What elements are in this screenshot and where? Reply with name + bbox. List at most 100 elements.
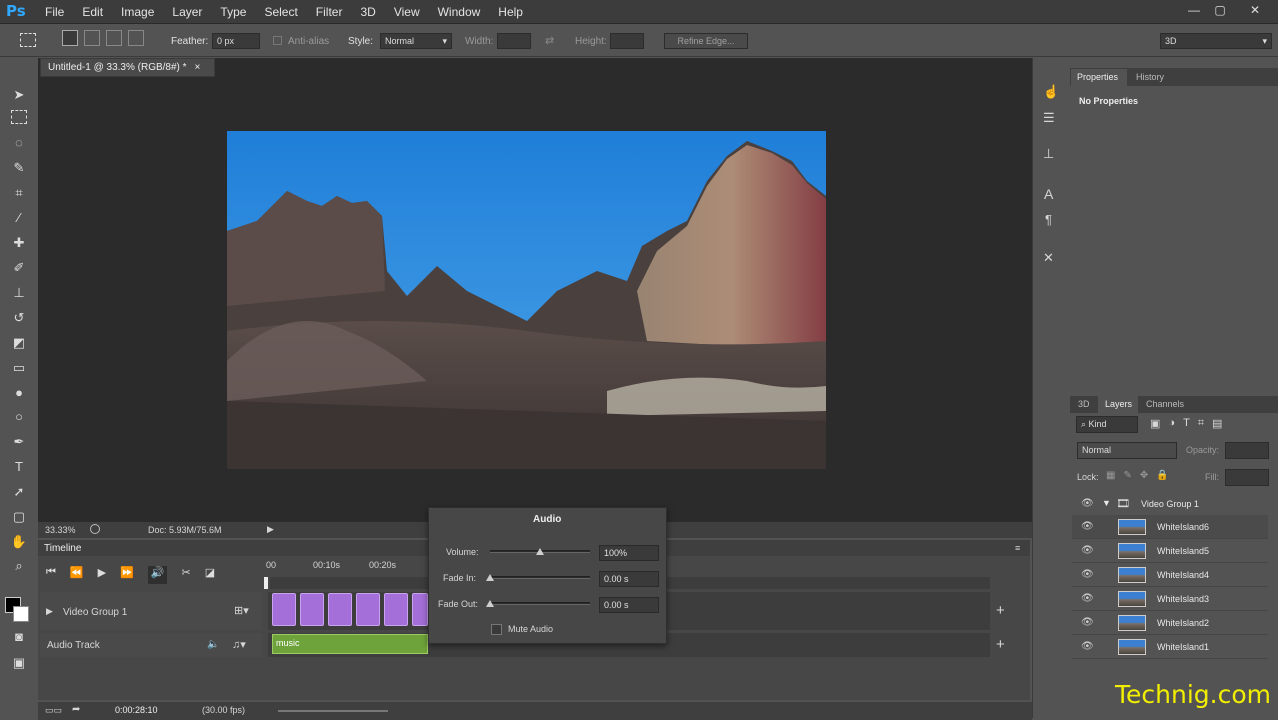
fill-input[interactable] — [1225, 469, 1269, 486]
fade-out-input[interactable]: 0.00 s — [599, 597, 659, 613]
maximize-button[interactable]: ▢ — [1210, 3, 1230, 19]
shape-tool-icon[interactable]: ▢ — [9, 508, 29, 526]
swap-icon[interactable]: ⇄ — [545, 34, 554, 47]
timeline-title[interactable]: Timeline — [44, 543, 81, 554]
go-first-frame-icon[interactable]: ⏮ — [46, 566, 56, 584]
menu-view[interactable]: View — [385, 5, 429, 19]
group-expand-icon[interactable]: ▼ — [1102, 498, 1111, 508]
menu-layer[interactable]: Layer — [163, 5, 211, 19]
filter-pixel-icon[interactable]: ▣ — [1150, 417, 1160, 430]
fade-out-slider-thumb[interactable] — [486, 600, 494, 607]
video-clip[interactable] — [356, 593, 380, 626]
status-menu-arrow-icon[interactable]: ▶ — [267, 524, 274, 535]
minimize-button[interactable]: — — [1184, 3, 1204, 19]
visibility-eye-icon[interactable]: 👁 — [1081, 569, 1094, 580]
close-tab-icon[interactable]: × — [195, 62, 201, 73]
fade-in-slider-thumb[interactable] — [486, 574, 494, 581]
menu-edit[interactable]: Edit — [73, 5, 112, 19]
clone-source-icon[interactable]: ⊥ — [1043, 146, 1054, 162]
blend-mode-select[interactable]: Normal — [1077, 442, 1177, 459]
lock-pixels-icon[interactable]: ✎ — [1123, 470, 1131, 481]
audio-clip[interactable]: music — [272, 634, 428, 654]
expand-arrow-icon[interactable]: ▶ — [46, 606, 53, 617]
visibility-eye-icon[interactable]: 👁 — [1081, 641, 1094, 652]
visibility-eye-icon[interactable]: 👁 — [1081, 521, 1094, 532]
filter-smart-object-icon[interactable]: ▤ — [1212, 417, 1222, 430]
dodge-tool-icon[interactable]: ○ — [9, 408, 29, 426]
layer-row[interactable]: 👁 WhiteIsland4 — [1072, 563, 1268, 587]
style-select[interactable]: Normal ▾ — [380, 33, 452, 49]
document-tab[interactable]: Untitled-1 @ 33.3% (RGB/8#) * × — [40, 58, 215, 77]
menu-select[interactable]: Select — [255, 5, 306, 19]
new-selection-icon[interactable] — [62, 30, 78, 46]
layer-row[interactable]: 👁 WhiteIsland6 — [1072, 515, 1268, 539]
layer-row[interactable]: 👁 WhiteIsland3 — [1072, 587, 1268, 611]
lasso-tool-icon[interactable]: ◌ — [9, 134, 29, 152]
tab-layers[interactable]: Layers — [1105, 399, 1132, 409]
paragraph-panel-icon[interactable]: ¶ — [1045, 212, 1052, 227]
music-note-menu-icon[interactable]: ♫▾ — [232, 638, 246, 651]
marquee-tool-icon[interactable] — [20, 33, 36, 47]
adjust-sliders-icon[interactable]: ☰ — [1043, 110, 1055, 126]
height-input[interactable] — [610, 33, 644, 49]
healing-tool-icon[interactable]: ✚ — [9, 234, 29, 252]
mute-audio-checkbox[interactable] — [491, 624, 502, 635]
hand-tool-icon[interactable]: ✋ — [9, 533, 29, 551]
add-selection-icon[interactable] — [84, 30, 100, 46]
fade-in-input[interactable]: 0.00 s — [599, 571, 659, 587]
zoom-slider[interactable] — [278, 710, 388, 712]
add-media-audio-icon[interactable]: + — [996, 636, 1005, 653]
width-input[interactable] — [497, 33, 531, 49]
tab-history[interactable]: History — [1136, 72, 1164, 82]
menu-3d[interactable]: 3D — [351, 5, 384, 19]
eyedropper-tool-icon[interactable]: ⁄ — [9, 209, 29, 227]
playhead[interactable] — [264, 577, 268, 589]
split-clip-icon[interactable]: ✂ — [181, 566, 190, 584]
video-clip[interactable] — [412, 593, 428, 626]
layer-row[interactable]: 👁 WhiteIsland5 — [1072, 539, 1268, 563]
video-clip[interactable] — [300, 593, 324, 626]
opacity-input[interactable] — [1225, 442, 1269, 459]
move-tool-icon[interactable]: ➤ — [9, 86, 29, 104]
video-clip[interactable] — [384, 593, 408, 626]
rect-marquee-tool-icon[interactable] — [11, 110, 27, 124]
add-media-video-icon[interactable]: + — [996, 602, 1005, 619]
background-color-swatch[interactable] — [13, 606, 29, 622]
blur-tool-icon[interactable]: ● — [9, 384, 29, 402]
filter-shape-icon[interactable]: ⌗ — [1198, 417, 1204, 430]
visibility-eye-icon[interactable]: 👁 — [1081, 498, 1094, 509]
stamp-tool-icon[interactable]: ⊥ — [9, 284, 29, 302]
visibility-eye-icon[interactable]: 👁 — [1081, 617, 1094, 628]
visibility-eye-icon[interactable]: 👁 — [1081, 593, 1094, 604]
workspace-select[interactable]: 3D ▾ — [1160, 33, 1272, 49]
menu-file[interactable]: File — [36, 5, 73, 19]
menu-window[interactable]: Window — [429, 5, 490, 19]
audio-toggle-icon[interactable]: 🔊 — [147, 566, 168, 584]
volume-slider-thumb[interactable] — [536, 548, 544, 555]
refine-edge-button[interactable]: Refine Edge... — [664, 33, 748, 49]
eraser-tool-icon[interactable]: ◩ — [9, 334, 29, 352]
menu-image[interactable]: Image — [112, 5, 163, 19]
crop-tool-icon[interactable]: ⌗ — [9, 184, 29, 202]
brush-tool-icon[interactable]: ✐ — [9, 259, 29, 277]
tools-preset-icon[interactable]: ✕ — [1043, 250, 1054, 266]
fade-in-slider[interactable] — [490, 576, 590, 579]
pen-tool-icon[interactable]: ✒ — [9, 433, 29, 451]
lock-all-icon[interactable]: 🔒 — [1156, 470, 1168, 481]
character-panel-icon[interactable]: A — [1044, 186, 1053, 202]
type-tool-icon[interactable]: T — [9, 458, 29, 476]
menu-help[interactable]: Help — [489, 5, 532, 19]
layer-group-row[interactable]: 👁 ▼ 🎞 Video Group 1 — [1072, 492, 1268, 516]
quick-select-tool-icon[interactable]: ✎ — [9, 159, 29, 177]
tab-3d[interactable]: 3D — [1078, 399, 1090, 409]
menu-filter[interactable]: Filter — [307, 5, 352, 19]
zoom-tool-icon[interactable]: ⌕ — [9, 557, 29, 575]
video-clip[interactable] — [328, 593, 352, 626]
quick-mask-icon[interactable]: ◙ — [9, 628, 29, 646]
lock-position-icon[interactable]: ✥ — [1140, 470, 1148, 481]
visibility-eye-icon[interactable]: 👁 — [1081, 545, 1094, 556]
volume-input[interactable]: 100% — [599, 545, 659, 561]
layer-filter-select[interactable]: ⌕ Kind — [1076, 416, 1138, 433]
tab-channels[interactable]: Channels — [1146, 399, 1184, 409]
gradient-tool-icon[interactable]: ▭ — [9, 359, 29, 377]
